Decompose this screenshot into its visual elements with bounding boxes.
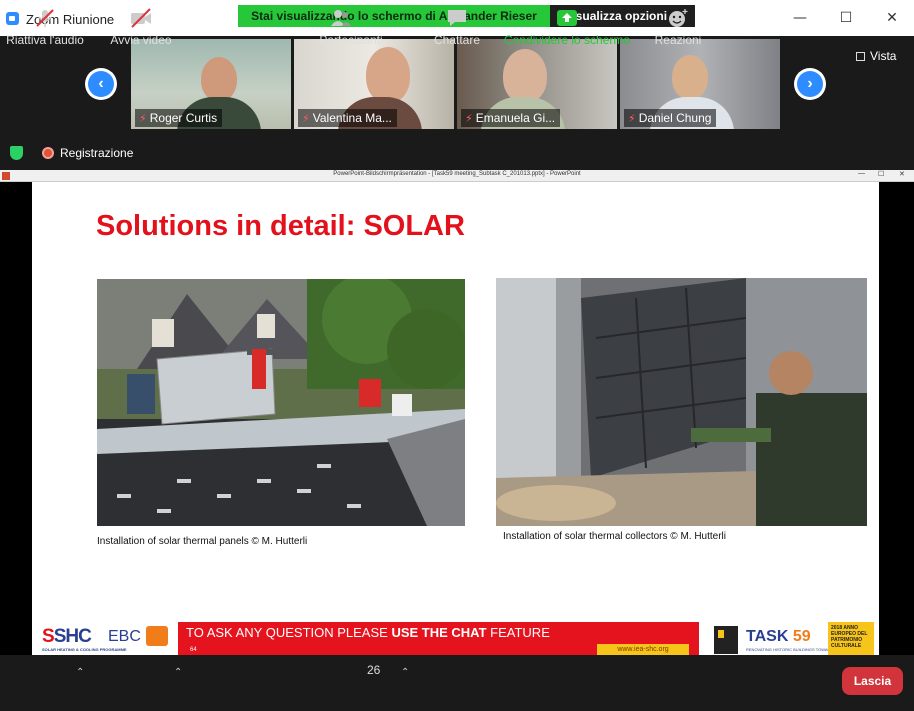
view-button[interactable]: Vista — [856, 49, 896, 63]
iea-url: www.iea-shc.org — [597, 644, 689, 655]
question-banner: TO ASK ANY QUESTION PLEASE USE THE CHAT … — [178, 622, 699, 655]
video-options-caret[interactable]: ⌃ — [174, 667, 182, 678]
building-icon — [146, 626, 168, 646]
minimize-button[interactable]: — — [789, 8, 811, 28]
ppt-minimize-button[interactable]: — — [858, 170, 865, 177]
slide-title: Solutions in detail: SOLAR — [96, 210, 465, 242]
solar-panels-photo — [97, 279, 465, 526]
caption-right: Installation of solar thermal collectors… — [503, 531, 727, 542]
microphone-muted-icon — [36, 9, 54, 27]
unmute-button[interactable]: Riattiva l'audio — [0, 0, 90, 56]
share-screen-button[interactable]: Condividere lo schermo — [500, 0, 634, 56]
powerpoint-title-bar: PowerPoint-Bildschirmpräsentation - [Tas… — [0, 170, 914, 182]
caption-left: Installation of solar thermal panels © M… — [97, 536, 308, 547]
ebc-logo: EBC — [108, 628, 141, 645]
close-button[interactable]: ✕ — [881, 8, 903, 28]
grid-view-icon — [856, 52, 865, 61]
participants-icon — [330, 10, 351, 26]
slide-footer: SSHC SOLAR HEATING & COOLING PROGRAMME E… — [32, 620, 879, 655]
chat-bubble-icon — [448, 10, 466, 26]
slide-number: 64 — [190, 647, 197, 653]
smiley-icon — [669, 9, 688, 27]
task-logo: TASK 59 — [746, 628, 811, 645]
start-video-button[interactable]: Avvia video — [100, 0, 182, 56]
chat-button[interactable]: Chattare — [428, 0, 486, 56]
gallery-prev-button[interactable]: ‹ — [85, 68, 117, 100]
heritage-year-badge: 2018 ANNO EUROPEO DEL PATRIMONIO CULTURA… — [828, 622, 874, 655]
mic-muted-icon: ⚡ — [302, 112, 310, 125]
recording-dot-icon — [42, 147, 54, 159]
leave-meeting-button[interactable]: Lascia — [842, 667, 903, 695]
share-screen-icon — [557, 10, 577, 26]
maximize-button[interactable]: ☐ — [835, 8, 857, 28]
participant-name-label: ⚡ Valentina Ma... — [298, 109, 397, 127]
mic-muted-icon: ⚡ — [139, 112, 147, 125]
recording-indicator[interactable]: Registrazione — [42, 146, 133, 160]
mic-muted-icon: ⚡ — [628, 112, 636, 125]
presentation-slide: Solutions in detail: SOLAR Installation … — [32, 182, 879, 655]
task-building-icon — [714, 626, 738, 654]
powerpoint-window-title: PowerPoint-Bildschirmpräsentation - [Tas… — [333, 171, 581, 177]
participant-name-label: ⚡ Roger Curtis — [135, 109, 223, 127]
ppt-maximize-button[interactable]: ☐ — [878, 170, 884, 178]
participant-name-label: ⚡ Daniel Chung — [624, 109, 717, 127]
reactions-button[interactable]: Reazioni — [650, 0, 706, 56]
gallery-next-button[interactable]: › — [794, 68, 826, 100]
shc-logo: SSHC — [42, 626, 92, 647]
participant-name-label: ⚡ Emanuela Gi... — [461, 109, 561, 127]
ppt-close-button[interactable]: ✕ — [899, 170, 905, 178]
shc-tagline: SOLAR HEATING & COOLING PROGRAMME — [42, 647, 127, 652]
question-text: TO ASK ANY QUESTION PLEASE USE THE CHAT … — [186, 625, 550, 640]
chevron-right-icon: › — [797, 71, 823, 97]
participants-button[interactable]: Partecipanti — [316, 0, 386, 56]
mic-muted-icon: ⚡ — [465, 112, 473, 125]
security-shield-icon[interactable] — [10, 146, 23, 160]
chevron-left-icon: ‹ — [88, 71, 114, 97]
solar-collectors-photo — [496, 278, 867, 526]
participant-count: 26 — [367, 663, 381, 677]
video-off-icon — [131, 8, 151, 28]
participants-options-caret[interactable]: ⌃ — [401, 667, 409, 678]
meeting-toolbar — [0, 655, 914, 711]
audio-options-caret[interactable]: ⌃ — [76, 667, 84, 678]
